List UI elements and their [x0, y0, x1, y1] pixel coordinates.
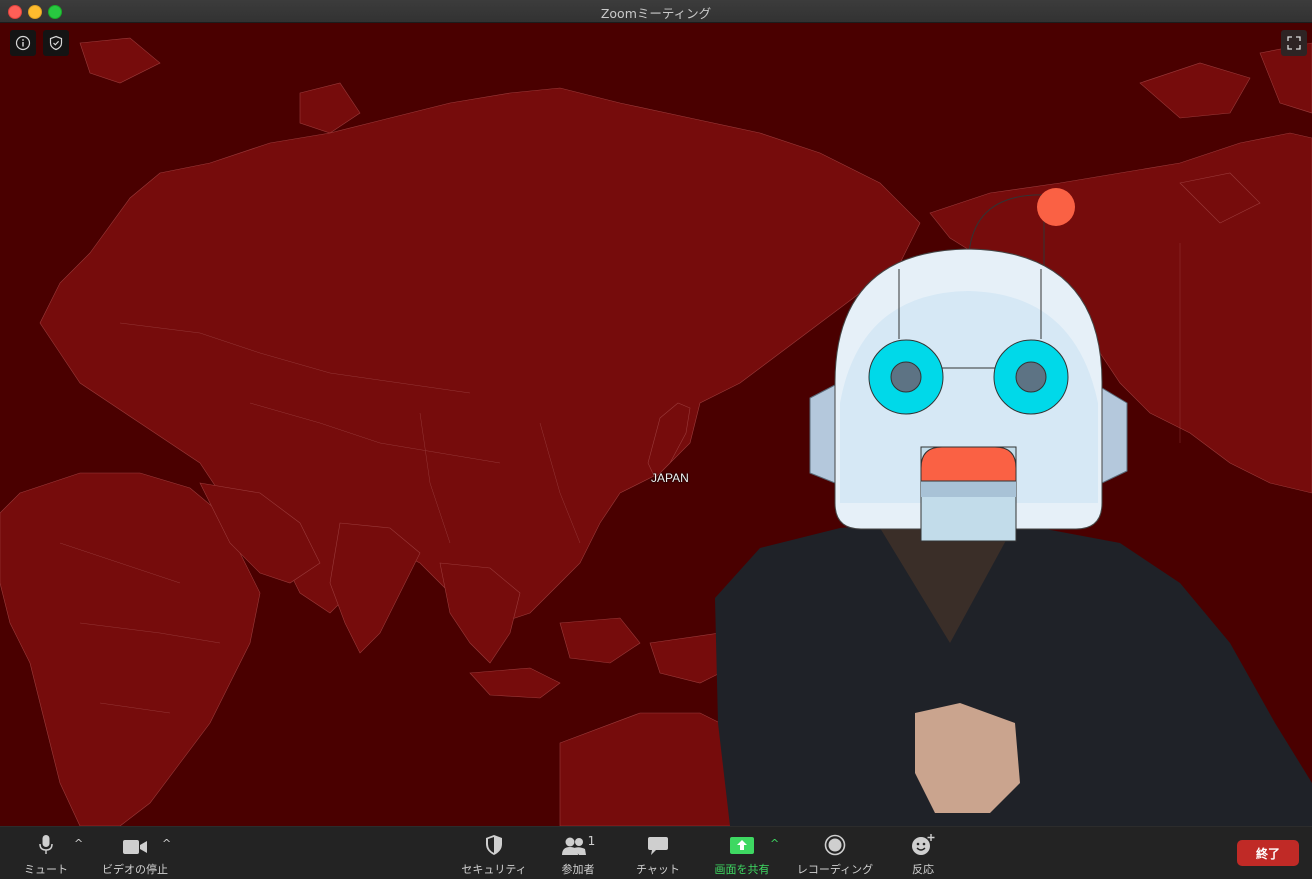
info-icon	[15, 35, 31, 51]
reactions-button[interactable]: 反応	[906, 833, 940, 877]
chat-button[interactable]: チャット	[634, 833, 682, 877]
participants-icon	[561, 837, 586, 855]
meeting-info-button[interactable]	[10, 30, 36, 56]
zoom-window: Zoomミーティング JAPAN ミュート ^ ビデオの停止 ^ セキュリティ …	[0, 0, 1312, 879]
record-label: レコーディング	[796, 863, 874, 876]
video-label: ビデオの停止	[102, 863, 168, 876]
share-screen-label: 画面を共有	[714, 863, 770, 876]
mute-button[interactable]: ミュート	[22, 833, 70, 877]
security-button[interactable]: セキュリティ	[459, 833, 529, 877]
security-shield-icon	[486, 835, 502, 855]
virtual-background-world-map	[0, 23, 1312, 826]
reactions-label: 反応	[912, 863, 934, 876]
participants-label: 参加者	[561, 863, 595, 876]
encryption-status-button[interactable]	[43, 30, 69, 56]
shield-check-icon	[49, 35, 63, 51]
stop-video-button[interactable]: ビデオの停止	[100, 833, 170, 877]
share-screen-icon	[730, 837, 754, 854]
video-camera-icon	[123, 840, 147, 854]
share-options-caret[interactable]: ^	[770, 837, 779, 850]
chat-label: チャット	[636, 863, 680, 876]
record-icon	[824, 834, 846, 856]
participants-count: 1	[587, 834, 596, 848]
microphone-icon	[39, 835, 53, 854]
fullscreen-icon	[1287, 36, 1301, 50]
security-label: セキュリティ	[461, 863, 527, 876]
emoji-add-icon	[912, 834, 935, 855]
mute-label: ミュート	[24, 863, 68, 876]
title-bar: Zoomミーティング	[0, 0, 1312, 23]
video-area: JAPAN	[0, 23, 1312, 826]
fullscreen-button[interactable]	[1281, 30, 1307, 56]
record-button[interactable]: レコーディング	[795, 833, 875, 877]
end-meeting-button[interactable]: 終了	[1237, 840, 1299, 866]
map-country-label: JAPAN	[651, 471, 689, 485]
share-screen-button[interactable]: 画面を共有	[712, 833, 772, 877]
participants-button[interactable]: 1 参加者	[556, 833, 600, 877]
window-title: Zoomミーティング	[600, 6, 712, 21]
audio-options-caret[interactable]: ^	[74, 837, 83, 850]
meeting-toolbar: ミュート ^ ビデオの停止 ^ セキュリティ 1 参加者 チャット 画面を共有 …	[0, 826, 1312, 879]
video-options-caret[interactable]: ^	[162, 837, 171, 850]
chat-bubble-icon	[648, 837, 668, 855]
